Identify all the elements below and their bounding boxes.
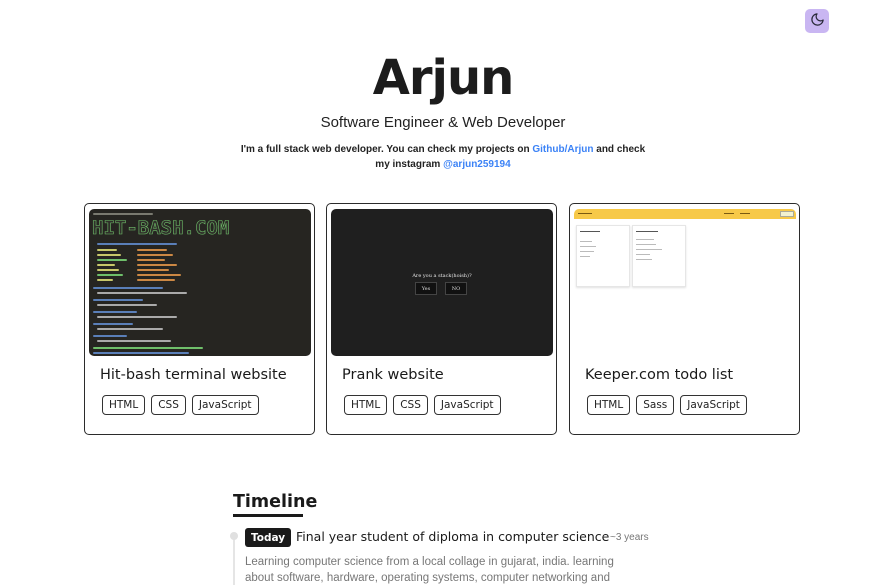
tag-javascript: JavaScript: [433, 395, 501, 415]
tag-html: HTML: [102, 395, 146, 415]
project-thumbnail: [574, 209, 796, 356]
instagram-link[interactable]: @arjun259194: [443, 159, 511, 170]
tag-css: CSS: [151, 395, 186, 415]
timeline-dot: [230, 532, 238, 540]
project-card-keeper[interactable]: Keeper.com todo list HTML Sass JavaScrip…: [569, 203, 800, 435]
tag-javascript: JavaScript: [191, 395, 259, 415]
thumbnail-yes-button: Yes: [415, 282, 437, 295]
hero-intro: I'm a full stack web developer. You can …: [240, 142, 646, 172]
timeline-entry-title: Final year student of diploma in compute…: [296, 529, 610, 544]
timeline-heading-underline: [233, 514, 303, 517]
hero-name: Arjun: [372, 50, 515, 106]
moon-icon: [810, 12, 825, 30]
project-card-hit-bash[interactable]: HIT-BASH.COM Hit-bash terminal website H…: [84, 203, 315, 435]
timeline-entry-age: ~3 years: [610, 532, 649, 543]
theme-toggle-button[interactable]: [805, 9, 829, 33]
tag-sass: Sass: [636, 395, 675, 415]
tag-css: CSS: [393, 395, 428, 415]
tag-list: HTML Sass JavaScript: [587, 395, 747, 415]
tag-javascript: JavaScript: [680, 395, 747, 415]
tag-html: HTML: [587, 395, 631, 415]
thumbnail-no-button: NO: [445, 282, 467, 295]
tag-html: HTML: [344, 395, 388, 415]
project-title: Keeper.com todo list: [585, 367, 734, 383]
tag-list: HTML CSS JavaScript: [102, 395, 259, 415]
project-title: Prank website: [342, 367, 444, 383]
project-thumbnail: Are you a stack(hoish)? Yes NO: [331, 209, 553, 356]
project-thumbnail: HIT-BASH.COM: [89, 209, 311, 356]
project-card-prank[interactable]: Are you a stack(hoish)? Yes NO Prank web…: [326, 203, 557, 435]
github-link[interactable]: Github/Arjun: [532, 144, 593, 155]
tag-list: HTML CSS JavaScript: [344, 395, 501, 415]
intro-text: I'm a full stack web developer. You can …: [240, 144, 533, 155]
thumbnail-logo: HIT-BASH.COM: [92, 217, 230, 240]
timeline-entry-description: Learning computer science from a local c…: [245, 556, 614, 584]
hero-role: Software Engineer & Web Developer: [320, 114, 566, 131]
timeline-heading: Timeline: [233, 492, 318, 512]
project-title: Hit-bash terminal website: [100, 367, 287, 383]
timeline-rail: [233, 537, 235, 585]
thumbnail-question: Are you a stack(hoish)?: [412, 273, 472, 279]
timeline-badge: Today: [245, 528, 292, 547]
